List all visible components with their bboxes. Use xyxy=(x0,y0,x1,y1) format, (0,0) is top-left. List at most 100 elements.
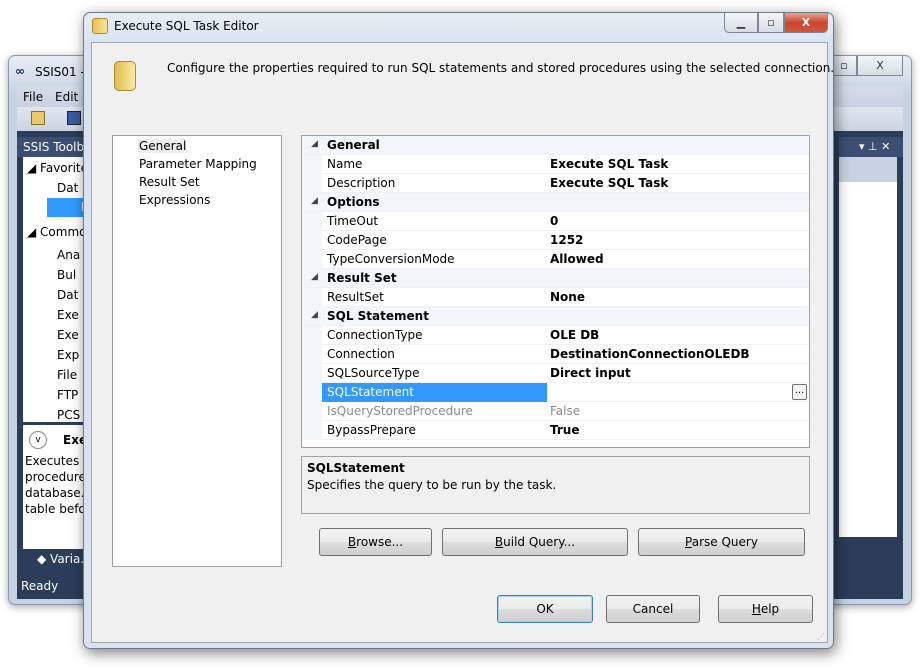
cancel-button[interactable]: Cancel xyxy=(606,595,700,623)
toolbox-item[interactable]: Dat xyxy=(57,285,80,305)
toolbox-title: SSIS Toolbo xyxy=(23,140,92,154)
property-value[interactable]: True xyxy=(550,423,579,437)
property-row[interactable]: BypassPrepare True xyxy=(302,421,809,440)
property-row[interactable]: SQLSourceType Direct input xyxy=(302,364,809,383)
property-row[interactable]: IsQueryStoredProcedure False xyxy=(302,402,809,421)
panel-content xyxy=(839,182,897,537)
category-row[interactable]: ◢ SQL Statement xyxy=(302,307,809,326)
property-row[interactable]: ResultSet None xyxy=(302,288,809,307)
toolbox-item[interactable]: File xyxy=(57,365,80,385)
property-value[interactable]: DestinationConnectionOLEDB xyxy=(550,347,750,361)
property-name: Connection xyxy=(327,347,395,361)
property-row[interactable]: Name Execute SQL Task xyxy=(302,155,809,174)
panel-toolbar xyxy=(839,157,897,182)
property-row[interactable]: ConnectionType OLE DB xyxy=(302,326,809,345)
property-value[interactable]: Allowed xyxy=(550,252,604,266)
toolbox-item[interactable]: Bul xyxy=(57,265,80,285)
row-margin xyxy=(302,250,322,269)
ok-button[interactable]: OK xyxy=(497,595,593,623)
desc-text: Executes S procedure database. table befo xyxy=(25,453,91,517)
collapse-icon[interactable]: v xyxy=(29,431,47,449)
nav-parameter-mapping[interactable]: Parameter Mapping xyxy=(138,157,258,171)
minimize-button[interactable]: ▁ xyxy=(724,13,758,33)
toolbox-item[interactable]: PCS xyxy=(57,405,80,425)
collapse-triangle-icon[interactable]: ◢ xyxy=(311,310,318,320)
toolbox-item[interactable]: Exe xyxy=(57,325,80,345)
right-panel: ▾ ⊥ ✕ xyxy=(839,137,903,557)
bg-maximize-button[interactable]: ▫ xyxy=(831,56,857,76)
nav-expressions[interactable]: Expressions xyxy=(138,193,211,207)
dialog-body: Configure the properties required to run… xyxy=(91,42,834,643)
property-grid: ◢ General Name Execute SQL Task Description E… xyxy=(301,135,810,448)
group-favorites[interactable]: ◢ Favorite xyxy=(27,161,88,175)
toolbox-item[interactable]: Ana xyxy=(57,245,80,265)
menu-edit[interactable]: Edit xyxy=(55,90,78,104)
row-margin xyxy=(302,345,322,364)
property-name: CodePage xyxy=(327,233,387,247)
new-project-icon[interactable] xyxy=(31,111,45,125)
property-value[interactable]: Direct input xyxy=(550,366,631,380)
save-icon[interactable] xyxy=(67,111,81,125)
collapse-triangle-icon[interactable]: ◢ xyxy=(311,139,318,149)
help-button[interactable]: Help xyxy=(718,595,813,623)
nav-result-set[interactable]: Result Set xyxy=(138,175,201,189)
property-name: TypeConversionMode xyxy=(327,252,455,266)
panel-controls[interactable]: ▾ ⊥ ✕ xyxy=(839,137,903,157)
property-value[interactable]: 1252 xyxy=(550,233,583,247)
bg-close-button[interactable]: X xyxy=(857,56,903,76)
toolbox-item[interactable]: Exp xyxy=(57,345,80,365)
category-label: Options xyxy=(327,195,380,209)
menu-file[interactable]: File xyxy=(23,90,43,104)
property-value[interactable]: Execute SQL Task xyxy=(550,157,668,171)
category-label: General xyxy=(327,138,380,152)
row-margin xyxy=(302,288,322,307)
browse-button[interactable]: Browse... xyxy=(319,528,432,556)
database-icon xyxy=(114,61,136,91)
property-row[interactable]: SQLStatement... xyxy=(302,383,809,402)
property-name: SQLSourceType xyxy=(327,366,420,380)
ssis-logo-icon: ∞ xyxy=(15,64,25,78)
property-value[interactable]: 0 xyxy=(550,214,558,228)
property-row[interactable]: TypeConversionMode Allowed xyxy=(302,250,809,269)
property-name: IsQueryStoredProcedure xyxy=(327,404,473,418)
property-name: Name xyxy=(327,157,363,171)
toolbox-item[interactable]: Dat xyxy=(57,181,78,195)
dialog-title: Execute SQL Task Editor xyxy=(114,19,259,33)
build-query-button[interactable]: Build Query... xyxy=(442,528,628,556)
collapse-triangle-icon[interactable]: ◢ xyxy=(311,196,318,206)
desc-line: table befo xyxy=(25,502,86,516)
category-row[interactable]: ◢ Result Set xyxy=(302,269,809,288)
nav-general[interactable]: General xyxy=(138,139,188,153)
row-margin xyxy=(302,174,322,193)
ellipsis-button[interactable]: ... xyxy=(792,384,807,400)
toolbox-item[interactable]: FTP xyxy=(57,385,80,405)
property-value[interactable]: False xyxy=(550,404,580,418)
parse-query-button[interactable]: Parse Query xyxy=(638,528,805,556)
resize-grip-icon[interactable]: ⋰ xyxy=(817,632,825,641)
property-row[interactable]: CodePage 1252 xyxy=(302,231,809,250)
toolbox-item[interactable]: Exe xyxy=(57,305,80,325)
row-margin xyxy=(302,402,322,421)
desc-line: Executes S xyxy=(25,454,91,468)
property-value[interactable]: Execute SQL Task xyxy=(550,176,668,190)
property-value[interactable]: None xyxy=(550,290,585,304)
description-text: Specifies the query to be run by the tas… xyxy=(307,478,557,492)
property-row[interactable]: Description Execute SQL Task xyxy=(302,174,809,193)
property-row[interactable]: TimeOut 0 xyxy=(302,212,809,231)
close-button[interactable]: X xyxy=(784,13,828,33)
nav-list: General Parameter Mapping Result Set Exp… xyxy=(112,135,282,567)
group-common[interactable]: ◢ Commo xyxy=(27,225,87,239)
collapse-triangle-icon[interactable]: ◢ xyxy=(311,272,318,282)
row-margin xyxy=(302,383,322,402)
property-name: Description xyxy=(327,176,396,190)
category-row[interactable]: ◢ Options xyxy=(302,193,809,212)
category-row[interactable]: ◢ General xyxy=(302,136,809,155)
row-margin xyxy=(302,231,322,250)
property-value[interactable]: OLE DB xyxy=(550,328,599,342)
status-text: Ready xyxy=(21,579,59,593)
category-label: Result Set xyxy=(327,271,397,285)
row-margin xyxy=(302,326,322,345)
property-row[interactable]: Connection DestinationConnectionOLEDB xyxy=(302,345,809,364)
desc-line: procedure xyxy=(25,470,86,484)
maximize-button[interactable]: ▫ xyxy=(758,13,784,33)
